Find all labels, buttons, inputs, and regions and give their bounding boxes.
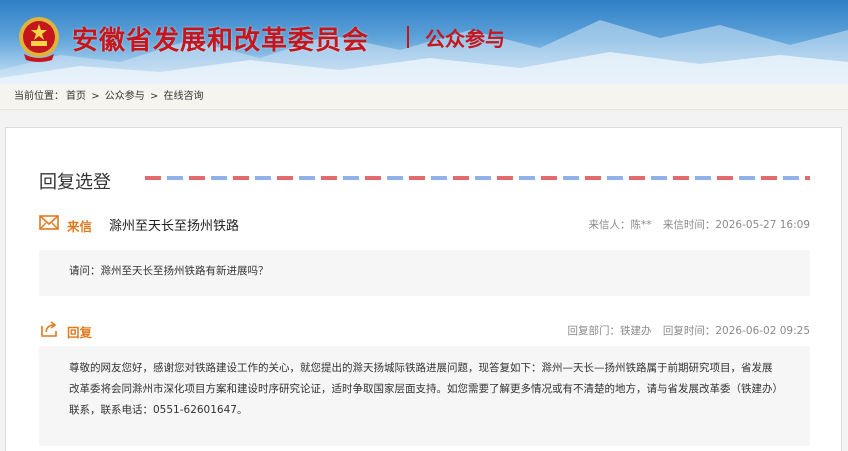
title-dashed-divider: [145, 176, 810, 180]
reply-time-label: 回复时间：: [662, 325, 716, 337]
breadcrumb-separator: >: [91, 91, 100, 102]
letter-subject: 滁州至天长至扬州铁路: [109, 219, 240, 234]
letter-tag: 来信: [67, 219, 93, 234]
envelope-icon: [39, 215, 59, 230]
breadcrumb-public[interactable]: 公众参与: [105, 91, 145, 102]
header-banner: 安徽省发展和改革委员会 公众参与: [0, 0, 848, 84]
breadcrumb-home[interactable]: 首页: [66, 91, 86, 102]
reply-dept: 铁建办: [620, 325, 652, 337]
site-title[interactable]: 安徽省发展和改革委员会: [72, 20, 369, 57]
breadcrumb-prefix: 当前位置：: [14, 91, 64, 102]
sender-label: 来信人：: [588, 219, 631, 231]
title-divider: [407, 26, 409, 48]
letter-meta: 来信人：陈** 来信时间：2026-05-27 16:09: [581, 217, 810, 232]
breadcrumb: 当前位置： 首页 > 公众参与 > 在线咨询: [0, 84, 848, 110]
reply-dept-label: 回复部门：: [567, 325, 621, 337]
letter-time-label: 来信时间：: [662, 219, 716, 231]
panel-title: 回复选登: [39, 172, 111, 193]
breadcrumb-separator: >: [149, 91, 159, 102]
reply-tag: 回复: [67, 325, 93, 340]
content-panel: 回复选登 来信 滁州至天长至扬州铁路 来信人：陈** 来信时间：2026-05-…: [5, 127, 842, 451]
breadcrumb-consult[interactable]: 在线咨询: [164, 91, 204, 102]
reply-share-icon: [41, 321, 57, 337]
letter-content: 请问：滁州至天长至扬州铁路有新进展吗？: [39, 250, 810, 296]
section-title[interactable]: 公众参与: [425, 23, 505, 52]
reply-header: 回复 回复部门：铁建办 回复时间：2026-06-02 09:25: [39, 320, 810, 342]
reply-content: 尊敬的网友您好，感谢您对铁路建设工作的关心，就您提出的滁天扬城际铁路进展问题，现…: [39, 346, 810, 446]
letter-time: 2026-05-27 16:09: [715, 219, 810, 231]
reply-time: 2026-06-02 09:25: [715, 325, 810, 337]
national-emblem-icon: [19, 17, 59, 62]
sender-name: 陈**: [630, 219, 652, 231]
reply-meta: 回复部门：铁建办 回复时间：2026-06-02 09:25: [560, 323, 810, 338]
letter-header: 来信 滁州至天长至扬州铁路 来信人：陈** 来信时间：2026-05-27 16…: [39, 214, 810, 236]
